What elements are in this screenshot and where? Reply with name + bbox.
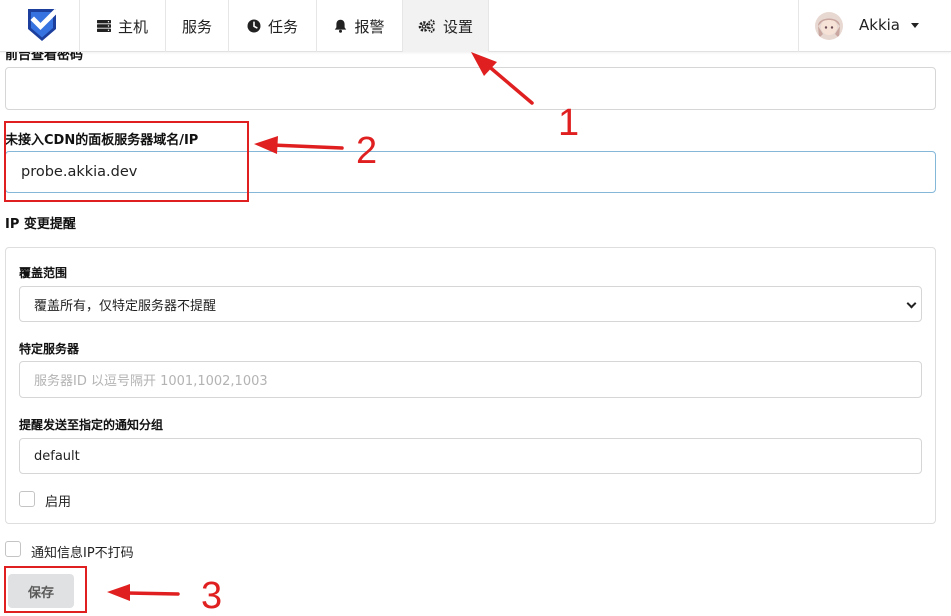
nav-item-settings[interactable]: 设置 — [403, 0, 489, 52]
caret-down-icon — [911, 23, 919, 28]
username: Akkia — [859, 16, 900, 34]
clock-icon — [247, 19, 261, 33]
annotation-number-1: 1 — [558, 102, 580, 144]
user-menu[interactable]: Akkia — [798, 0, 951, 52]
shield-logo-icon — [28, 8, 59, 41]
gears-icon — [418, 19, 436, 33]
app-logo[interactable] — [0, 0, 80, 52]
nav-item-hosts[interactable]: 主机 — [80, 0, 166, 52]
domain-input[interactable]: probe.akkia.dev — [5, 151, 936, 193]
annotation-number-3: 3 — [201, 575, 223, 616]
annotation-number-2: 2 — [356, 130, 378, 172]
enable-checkbox[interactable] — [19, 491, 35, 507]
coverage-label: 覆盖范围 — [19, 266, 68, 280]
avatar — [815, 12, 843, 40]
nav-item-label: 任务 — [267, 17, 298, 36]
nav-item-tasks[interactable]: 任务 — [229, 0, 317, 52]
specific-servers-placeholder: 服务器ID 以逗号隔开 1001,1002,1003 — [34, 374, 268, 389]
chevron-down-icon — [906, 298, 917, 309]
bell-icon — [334, 19, 347, 33]
nav-item-label: 报警 — [354, 17, 385, 36]
notify-group-input[interactable]: default — [19, 438, 922, 474]
enable-label: 启用 — [45, 495, 72, 510]
save-button[interactable]: 保存 — [8, 574, 74, 608]
coverage-selected-value: 覆盖所有，仅特定服务器不提醒 — [34, 298, 217, 314]
nav-item-alerts[interactable]: 报警 — [317, 0, 403, 52]
domain-label: 未接入CDN的面板服务器域名/IP — [5, 133, 199, 148]
server-icon — [96, 19, 111, 33]
nav-item-label: 设置 — [442, 17, 473, 36]
top-navbar: 主机 服务 任务 报警 设置 Akkia — [0, 0, 951, 52]
mask-ip-checkbox[interactable] — [5, 541, 21, 557]
prev-field-input[interactable] — [5, 67, 936, 110]
nav-item-label: 主机 — [117, 17, 148, 36]
nav-item-services[interactable]: 服务 — [166, 0, 229, 52]
ip-change-heading: IP 变更提醒 — [5, 217, 76, 232]
nav-item-label: 服务 — [181, 17, 212, 36]
notify-group-label: 提醒发送至指定的通知分组 — [19, 418, 164, 432]
mask-ip-label: 通知信息IP不打码 — [31, 546, 134, 561]
specific-servers-label: 特定服务器 — [19, 342, 80, 356]
coverage-select[interactable]: 覆盖所有，仅特定服务器不提醒 — [19, 286, 922, 322]
annotation-arrow-3 — [107, 584, 180, 601]
specific-servers-input[interactable]: 服务器ID 以逗号隔开 1001,1002,1003 — [19, 361, 922, 398]
